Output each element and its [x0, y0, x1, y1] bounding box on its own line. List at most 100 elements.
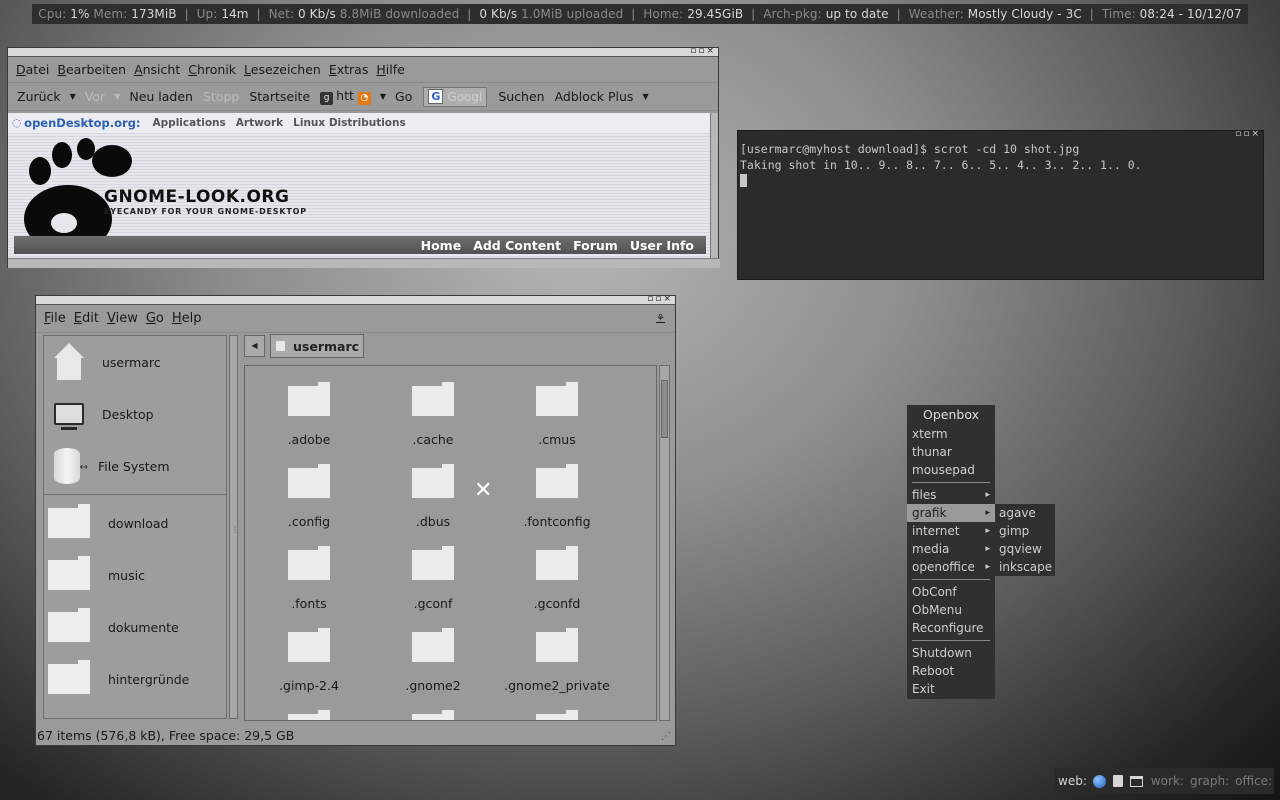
- home-button[interactable]: Startseite: [244, 89, 315, 104]
- stop-button[interactable]: Stopp: [198, 89, 244, 104]
- menu-item-openoffice[interactable]: openoffice: [907, 558, 995, 576]
- menu-item-obconf[interactable]: ObConf: [907, 583, 995, 601]
- window-buttons[interactable]: ▫▫×: [690, 45, 716, 57]
- file-manager-titlebar[interactable]: ▫▫×: [36, 293, 675, 305]
- menu-item-reboot[interactable]: Reboot: [907, 662, 995, 680]
- place-desktop[interactable]: Desktop: [44, 388, 226, 440]
- terminal-window[interactable]: ▫▫× [usermarc@myhost download]$ scrot -c…: [737, 128, 1264, 280]
- terminal-prompt[interactable]: [740, 173, 1261, 189]
- back-button[interactable]: Zurück: [12, 89, 66, 104]
- submenu-item-agave[interactable]: agave: [995, 504, 1055, 522]
- workspace-web[interactable]: web:: [1058, 774, 1087, 788]
- place-usermarc[interactable]: usermarc: [44, 336, 226, 388]
- file-item[interactable]: .fonts: [249, 546, 369, 611]
- site-nav-user-info[interactable]: User Info: [624, 238, 700, 253]
- bookmark-hintergruende[interactable]: hintergründe: [44, 653, 226, 705]
- workspace-office[interactable]: office:: [1235, 774, 1272, 788]
- menu-item-reconfigure[interactable]: Reconfigure: [907, 619, 995, 637]
- url-bar[interactable]: g htt ◔: [315, 88, 376, 105]
- file-item-partial[interactable]: [249, 710, 369, 720]
- google-icon[interactable]: G: [428, 89, 444, 104]
- file-item[interactable]: ✕ .dbus: [373, 464, 493, 529]
- browser-vertical-scrollbar[interactable]: [710, 113, 718, 258]
- path-back-arrow-icon[interactable]: ◀: [244, 335, 265, 357]
- file-item-partial[interactable]: [373, 710, 493, 720]
- file-item[interactable]: .gnome2_private: [497, 628, 617, 693]
- pane-splitter[interactable]: ⋮: [231, 525, 239, 534]
- submenu-item-gqview[interactable]: gqview: [995, 540, 1055, 558]
- file-item[interactable]: .cache: [373, 382, 493, 447]
- menu-lesezeichen[interactable]: Lesezeichen: [240, 62, 325, 77]
- file-item[interactable]: .fontconfig: [497, 464, 617, 529]
- browser-globe-icon[interactable]: [1092, 774, 1106, 788]
- opendesktop-brand[interactable]: openDesktop.org:: [24, 116, 140, 130]
- menu-item-obmenu[interactable]: ObMenu: [907, 601, 995, 619]
- site-nav-home[interactable]: Home: [415, 238, 468, 253]
- file-item-partial[interactable]: [497, 710, 617, 720]
- path-button-usermarc[interactable]: usermarc: [270, 334, 365, 358]
- url-dropdown-icon[interactable]: ▼: [376, 92, 390, 101]
- terminal-output[interactable]: [usermarc@myhost download]$ scrot -cd 10…: [738, 140, 1263, 191]
- search-box[interactable]: G Googl: [423, 86, 488, 107]
- menu-bearbeiten[interactable]: Bearbeiten: [53, 62, 130, 77]
- menu-extras[interactable]: Extras: [325, 62, 373, 77]
- file-item[interactable]: .gnome2: [373, 628, 493, 693]
- lock-icon[interactable]: [1112, 775, 1123, 787]
- menu-item-internet[interactable]: internet: [907, 522, 995, 540]
- bookmark-download[interactable]: download: [44, 497, 226, 549]
- menu-item-grafik[interactable]: grafik: [907, 504, 995, 522]
- menu-item-xterm[interactable]: xterm: [907, 425, 995, 443]
- menu-file[interactable]: File: [40, 311, 70, 326]
- menu-help[interactable]: Help: [168, 311, 206, 326]
- place-file-system[interactable]: File System: [44, 440, 226, 492]
- back-dropdown-icon[interactable]: ▼: [66, 92, 80, 101]
- file-item[interactable]: .config: [249, 464, 369, 529]
- search-input[interactable]: Googl: [447, 90, 482, 104]
- menu-view[interactable]: View: [103, 311, 142, 326]
- workspace-work[interactable]: work:: [1151, 774, 1184, 788]
- submenu-item-inkscape[interactable]: inkscape: [995, 558, 1055, 576]
- window-icon[interactable]: [1129, 775, 1143, 787]
- window-buttons[interactable]: ▫▫×: [1235, 128, 1261, 140]
- forward-dropdown-icon[interactable]: ▼: [110, 92, 124, 101]
- file-item[interactable]: .adobe: [249, 382, 369, 447]
- browser-horizontal-scrollbar[interactable]: [8, 258, 720, 268]
- site-nav-add-content[interactable]: Add Content: [467, 238, 567, 253]
- file-item[interactable]: .cmus: [497, 382, 617, 447]
- workspace-graph[interactable]: graph:: [1190, 774, 1229, 788]
- menu-item-exit[interactable]: Exit: [907, 680, 995, 698]
- window-buttons[interactable]: ▫▫×: [647, 293, 673, 305]
- menu-item-shutdown[interactable]: Shutdown: [907, 644, 995, 662]
- menu-hilfe[interactable]: Hilfe: [372, 62, 408, 77]
- site-nav-forum[interactable]: Forum: [567, 238, 624, 253]
- icon-view-scrollbar[interactable]: [659, 365, 670, 721]
- submenu-item-gimp[interactable]: gimp: [995, 522, 1055, 540]
- nav-linux-distributions[interactable]: Linux Distributions: [293, 117, 406, 129]
- go-button[interactable]: Go: [390, 89, 417, 104]
- menu-go[interactable]: Go: [142, 311, 168, 326]
- menu-datei[interactable]: Datei: [12, 62, 53, 77]
- menu-item-mousepad[interactable]: mousepad: [907, 461, 995, 479]
- scrollbar-thumb[interactable]: [661, 380, 668, 438]
- menu-edit[interactable]: Edit: [70, 311, 103, 326]
- menu-chronik[interactable]: Chronik: [184, 62, 240, 77]
- file-item[interactable]: .gimp-2.4: [249, 628, 369, 693]
- terminal-titlebar[interactable]: ▫▫×: [738, 128, 1263, 140]
- bookmark-music[interactable]: music: [44, 549, 226, 601]
- forward-button[interactable]: Vor: [80, 89, 110, 104]
- rss-feed-icon[interactable]: ◔: [357, 92, 371, 105]
- toolbar-overflow-icon[interactable]: ▼: [638, 92, 652, 101]
- file-item[interactable]: .gconfd: [497, 546, 617, 611]
- search-button[interactable]: Suchen: [493, 89, 549, 104]
- adblock-button[interactable]: Adblock Plus: [550, 89, 639, 104]
- file-item[interactable]: .gconf: [373, 546, 493, 611]
- nav-applications[interactable]: Applications: [153, 117, 226, 129]
- menu-ansicht[interactable]: Ansicht: [130, 62, 184, 77]
- menu-item-media[interactable]: media: [907, 540, 995, 558]
- browser-titlebar[interactable]: ▫▫×: [8, 45, 718, 57]
- menu-item-thunar[interactable]: thunar: [907, 443, 995, 461]
- reload-button[interactable]: Neu laden: [124, 89, 198, 104]
- nav-artwork[interactable]: Artwork: [236, 117, 283, 129]
- bookmark-dokumente[interactable]: dokumente: [44, 601, 226, 653]
- resize-grip-icon[interactable]: ⋰: [661, 731, 671, 742]
